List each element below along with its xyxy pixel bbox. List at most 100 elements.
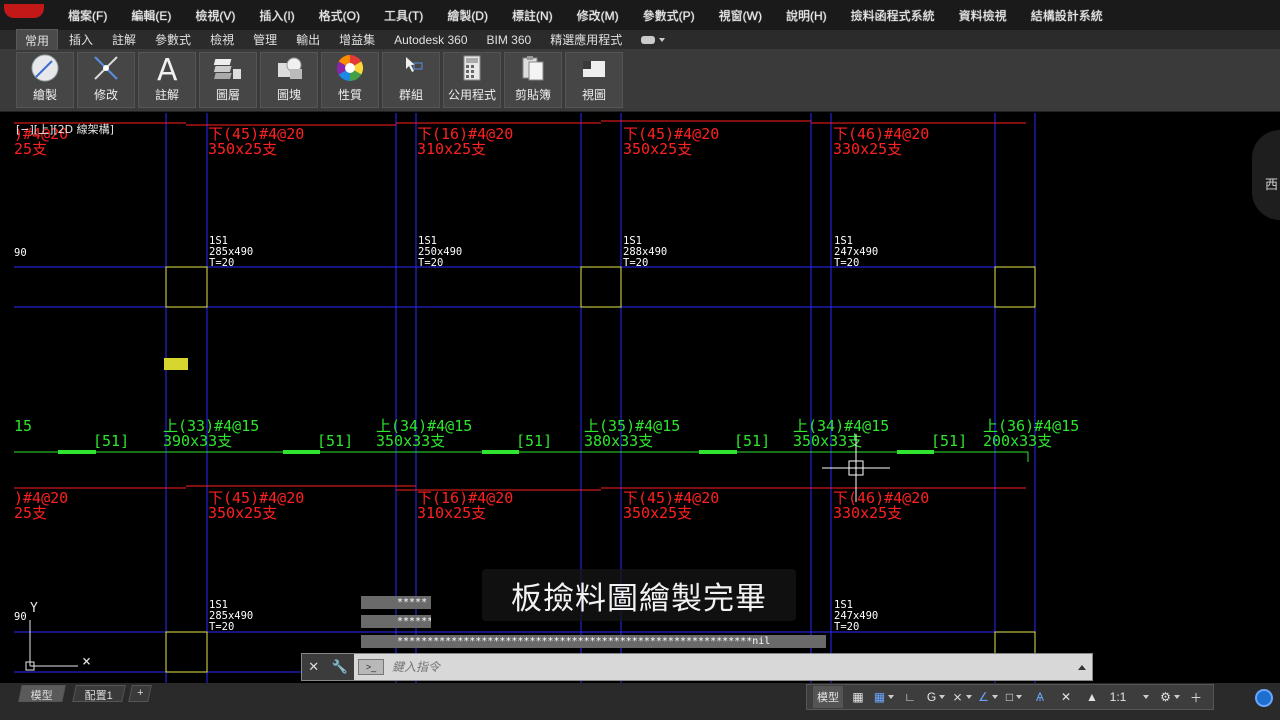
block-icon	[272, 53, 306, 83]
tab-view[interactable]: 檢視	[202, 29, 242, 50]
close-icon[interactable]: ✕	[308, 659, 319, 675]
rebar-label: 25支	[14, 504, 47, 522]
annotation-visibility-icon[interactable]: Ѧ	[1029, 686, 1051, 708]
command-prompt-icon[interactable]: >_	[358, 659, 384, 675]
rebar-label: 350x25支	[623, 504, 692, 522]
svg-text:Y: Y	[30, 601, 38, 616]
annotation-icon: A	[150, 53, 184, 83]
plus-icon[interactable]: ＋	[1185, 686, 1207, 708]
svg-text:A: A	[157, 53, 178, 83]
layers-icon	[211, 53, 245, 83]
menu-plugin-2[interactable]: 資料檢視	[959, 7, 1007, 24]
draw-button-label: 繪製	[32, 88, 57, 102]
bracket-tag: [51]	[317, 432, 353, 450]
selected-small-block[interactable]	[164, 358, 188, 370]
rebar-label: 380x33支	[584, 432, 653, 450]
bracket-tag: [51]	[516, 432, 552, 450]
menu-tools[interactable]: 工具(T)	[384, 7, 423, 24]
tab-autodesk-360[interactable]: Autodesk 360	[386, 31, 475, 49]
command-line-controls: ✕ 🔧	[302, 654, 354, 680]
ribbon-panel: 繪製 修改 A 註解 圖層 圖塊 性質 群組 公用程式 剪貼簿 視圖	[0, 50, 1280, 112]
modify-button-label: 修改	[93, 88, 118, 102]
viewcube-direction[interactable]: 西	[1265, 174, 1278, 193]
tab-home[interactable]: 常用	[16, 28, 59, 51]
menu-plugin-1[interactable]: 撿料函程式系統	[851, 7, 935, 24]
command-input[interactable]	[392, 660, 1032, 674]
annotation-scale-icon[interactable]: ▲	[1081, 686, 1103, 708]
scale-selector[interactable]: 1:1	[1107, 686, 1129, 708]
ribbon-minimize-toggle[interactable]	[641, 34, 666, 46]
viewport-controls[interactable]: [−][上][2D 線架構]	[16, 121, 114, 137]
menu-help[interactable]: 說明(H)	[786, 7, 827, 24]
osnap-icon[interactable]: ⨯	[951, 686, 973, 708]
tab-parametric[interactable]: 參數式	[147, 29, 199, 50]
utilities-button-label: 公用程式	[447, 88, 496, 102]
rebar-label: 350x25支	[208, 504, 277, 522]
model-space-button[interactable]: 模型	[813, 686, 843, 708]
modify-icon	[89, 53, 123, 83]
chevron-down-icon[interactable]	[1133, 686, 1155, 708]
menu-dimension[interactable]: 標註(N)	[512, 7, 553, 24]
tab-featured-apps[interactable]: 精選應用程式	[542, 29, 630, 50]
tab-insert[interactable]: 插入	[61, 29, 101, 50]
tab-bim-360[interactable]: BIM 360	[479, 31, 540, 49]
slab-label: 90	[14, 611, 27, 623]
block-button-label: 圖塊	[276, 88, 301, 102]
chevron-up-icon[interactable]	[1078, 664, 1086, 670]
polar-icon[interactable]: G	[925, 686, 947, 708]
ribbon-tabs: 常用 插入 註解 參數式 檢視 管理 輸出 增益集 Autodesk 360 B…	[0, 28, 1280, 51]
annotation-button[interactable]: A 註解	[138, 52, 196, 108]
clipboard-icon	[516, 53, 550, 83]
menu-plugin-3[interactable]: 結構設計系統	[1031, 7, 1103, 24]
menu-window[interactable]: 視窗(W)	[719, 7, 762, 24]
otrack-icon[interactable]: ∠	[977, 686, 999, 708]
top-rebar-labels: 15 上(33)#4@15 390x33支 上(34)#4@15 350x33支…	[14, 417, 1079, 450]
draw-button[interactable]: 繪製	[16, 52, 74, 108]
grid-icon[interactable]: ▦	[847, 686, 869, 708]
bracket-tag: [51]	[734, 432, 770, 450]
slab-label: T=20	[834, 621, 859, 633]
menu-draw[interactable]: 繪製(D)	[447, 7, 488, 24]
bracket-tag: [51]	[931, 432, 967, 450]
video-subtitle: 板撿料圖繪製完畢	[482, 569, 796, 621]
ucs-icon: Y ×	[25, 601, 91, 671]
tab-layout1[interactable]: 配置1	[72, 685, 126, 702]
tab-addins[interactable]: 增益集	[331, 29, 383, 50]
svg-text:×: ×	[82, 652, 91, 670]
view-button[interactable]: 視圖	[565, 52, 623, 108]
menu-edit[interactable]: 編輯(E)	[131, 7, 171, 24]
tab-manage[interactable]: 管理	[245, 29, 285, 50]
wrench-icon[interactable]: 🔧	[332, 659, 348, 675]
tab-output[interactable]: 輸出	[288, 29, 328, 50]
menu-file[interactable]: 檔案(F)	[68, 7, 107, 24]
layers-button[interactable]: 圖層	[199, 52, 257, 108]
menu-insert[interactable]: 插入(I)	[259, 7, 294, 24]
modify-button[interactable]: 修改	[77, 52, 135, 108]
slab-label: T=20	[209, 257, 234, 269]
snap-icon[interactable]: ▦	[873, 686, 895, 708]
auto-scale-icon[interactable]: ✕	[1055, 686, 1077, 708]
command-history-line: *****	[361, 596, 431, 609]
tab-model[interactable]: 模型	[18, 685, 66, 702]
selection-cycling-icon[interactable]: □	[1003, 686, 1025, 708]
bracket-tag: [51]	[93, 432, 129, 450]
menu-view[interactable]: 檢視(V)	[195, 7, 235, 24]
rebar-label: 390x33支	[163, 432, 232, 450]
menu-parametric[interactable]: 參數式(P)	[643, 7, 695, 24]
menu-bar: 檔案(F) 編輯(E) 檢視(V) 插入(I) 格式(O) 工具(T) 繪製(D…	[0, 0, 1280, 30]
menu-modify[interactable]: 修改(M)	[577, 7, 619, 24]
clipboard-button[interactable]: 剪貼簿	[504, 52, 562, 108]
app-logo[interactable]	[4, 4, 44, 18]
tab-annotate[interactable]: 註解	[104, 29, 144, 50]
globe-icon[interactable]	[1255, 689, 1273, 707]
add-layout-button[interactable]: +	[128, 685, 153, 702]
block-button[interactable]: 圖塊	[260, 52, 318, 108]
gear-icon[interactable]: ⚙	[1159, 686, 1181, 708]
utilities-button[interactable]: 公用程式	[443, 52, 501, 108]
ortho-icon[interactable]: ∟	[899, 686, 921, 708]
properties-button[interactable]: 性質	[321, 52, 379, 108]
rebar-label: 15	[14, 417, 32, 435]
rebar-label: 350x25支	[208, 140, 277, 158]
group-button[interactable]: 群組	[382, 52, 440, 108]
menu-format[interactable]: 格式(O)	[319, 7, 360, 24]
